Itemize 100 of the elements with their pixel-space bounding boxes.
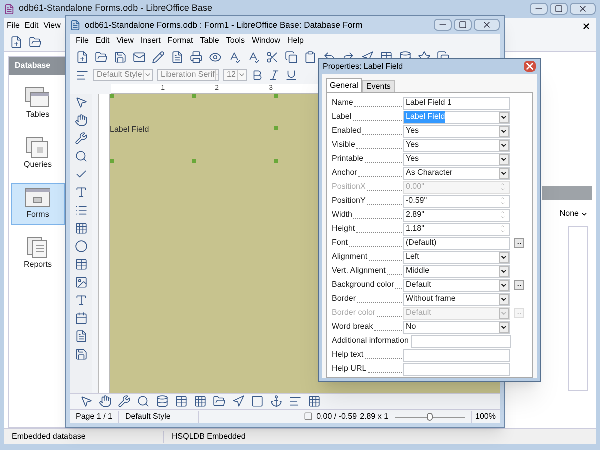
text-field[interactable]: (Default)	[403, 236, 510, 250]
selection-handle[interactable]	[110, 159, 114, 163]
envelope-icon[interactable]	[133, 50, 146, 64]
maximize-icon[interactable]	[454, 19, 472, 31]
wrench-icon[interactable]	[118, 395, 131, 408]
window-title: odb61-Standalone Forms.odb : Form1 - LibreOffice Base: Database Form	[85, 18, 364, 32]
list-box[interactable]: Default	[403, 278, 510, 292]
selection-handle[interactable]	[192, 94, 196, 98]
folder-icon[interactable]	[95, 50, 108, 64]
app-icon	[4, 4, 15, 14]
selection-handle[interactable]	[110, 94, 114, 98]
spellcheck-icon[interactable]	[228, 50, 241, 64]
list-box[interactable]: As Character	[403, 166, 510, 180]
radio-icon[interactable]	[74, 240, 88, 253]
tab[interactable]: Events	[362, 80, 395, 92]
stacked-windows-icon	[25, 87, 51, 109]
menu-item[interactable]: View	[116, 35, 134, 47]
minimize-icon[interactable]	[434, 19, 452, 31]
caret-icon	[581, 210, 588, 218]
list-box[interactable]: Middle	[403, 264, 510, 278]
maximize-icon[interactable]	[550, 3, 568, 15]
sidebar-item[interactable]: Reports	[11, 233, 65, 275]
selection-handle[interactable]	[192, 159, 196, 163]
magnifier-icon[interactable]	[74, 150, 88, 163]
copy-icon[interactable]	[285, 50, 298, 64]
hand-icon[interactable]	[99, 395, 112, 408]
menu-item[interactable]: File	[76, 35, 89, 47]
italic-icon[interactable]	[268, 68, 281, 82]
minimize-icon[interactable]	[530, 3, 548, 15]
hand-icon[interactable]	[74, 114, 88, 127]
none-dropdown[interactable]: None	[560, 208, 588, 220]
grid-icon[interactable]	[194, 395, 207, 408]
image-icon[interactable]	[74, 276, 88, 289]
text-field[interactable]	[403, 348, 510, 362]
cut-icon[interactable]	[266, 50, 279, 64]
list-box[interactable]: Without frame	[403, 292, 510, 306]
menu-item[interactable]: Edit	[96, 35, 110, 47]
close-icon[interactable]	[582, 22, 591, 30]
frame-icon[interactable]	[251, 395, 264, 408]
menu-item[interactable]: Edit	[24, 20, 39, 32]
list-box[interactable]: Yes	[403, 138, 510, 152]
list-box[interactable]: No	[403, 320, 510, 334]
database-icon[interactable]	[156, 395, 169, 408]
folder-icon[interactable]	[29, 36, 42, 49]
magnifier-icon[interactable]	[137, 395, 150, 408]
new-document-icon[interactable]	[76, 50, 89, 64]
wrench-icon[interactable]	[74, 132, 88, 145]
selection-handle[interactable]	[274, 159, 278, 163]
sidebar-item[interactable]: Queries	[11, 133, 65, 175]
styles-icon[interactable]	[76, 68, 89, 82]
status-text: Default Style	[119, 410, 200, 422]
navigator-icon[interactable]	[232, 395, 245, 408]
pencil-icon[interactable]	[152, 50, 165, 64]
grid-icon[interactable]	[74, 222, 88, 235]
status-text: HSQLDB Embedded	[171, 430, 246, 442]
menu-item[interactable]: Table	[200, 35, 220, 47]
anchor-icon[interactable]	[270, 395, 283, 408]
status-text: Embedded database	[4, 430, 164, 442]
label-field[interactable]: Label Field	[110, 124, 150, 136]
align-icon[interactable]	[289, 395, 302, 408]
save-icon[interactable]	[114, 50, 127, 64]
text-field[interactable]	[410, 334, 511, 348]
label-icon[interactable]	[74, 294, 88, 307]
bold-icon[interactable]	[251, 68, 264, 82]
form-save-icon[interactable]	[74, 348, 88, 361]
snap-grid-icon[interactable]	[308, 395, 321, 408]
zoom-slider[interactable]	[394, 412, 465, 420]
table-icon[interactable]	[175, 395, 188, 408]
menu-item[interactable]: Window	[252, 35, 281, 47]
underline-icon[interactable]	[285, 68, 298, 82]
menu-item[interactable]: Help	[288, 35, 304, 47]
text-field[interactable]	[403, 362, 510, 376]
menu-item[interactable]: Insert	[140, 35, 161, 47]
list-box[interactable]: Yes	[403, 124, 510, 138]
sidebar-item[interactable]: Tables	[11, 83, 65, 125]
menu-item[interactable]: View	[44, 20, 61, 32]
text-field[interactable]: Label Field 1	[403, 96, 510, 110]
property-label: Name	[332, 97, 354, 109]
paste-icon[interactable]	[304, 50, 317, 64]
folder-icon[interactable]	[213, 395, 226, 408]
pointer-icon[interactable]	[74, 96, 88, 109]
selection-handle[interactable]	[274, 126, 278, 130]
table-icon[interactable]	[74, 258, 88, 271]
list-box[interactable]: Left	[403, 250, 510, 264]
sidebar-item[interactable]: Forms	[11, 183, 65, 225]
menu-item[interactable]: Format	[168, 35, 194, 47]
list-box[interactable]: Yes	[403, 152, 510, 166]
tab[interactable]: General	[326, 78, 362, 92]
property-label: Visible	[332, 139, 356, 151]
document-icon[interactable]	[74, 330, 88, 343]
calendar-icon[interactable]	[74, 312, 88, 325]
selection-handle[interactable]	[274, 94, 278, 98]
menu-item[interactable]: Tools	[226, 35, 246, 47]
preview-icon[interactable]	[209, 50, 222, 64]
text-box-icon[interactable]	[74, 186, 88, 199]
pointer-icon[interactable]	[80, 395, 93, 408]
printer-icon[interactable]	[190, 50, 203, 64]
new-document-icon[interactable]	[10, 36, 23, 49]
zoom-slider-thumb[interactable]	[426, 412, 433, 420]
menu-item[interactable]: File	[7, 20, 20, 32]
